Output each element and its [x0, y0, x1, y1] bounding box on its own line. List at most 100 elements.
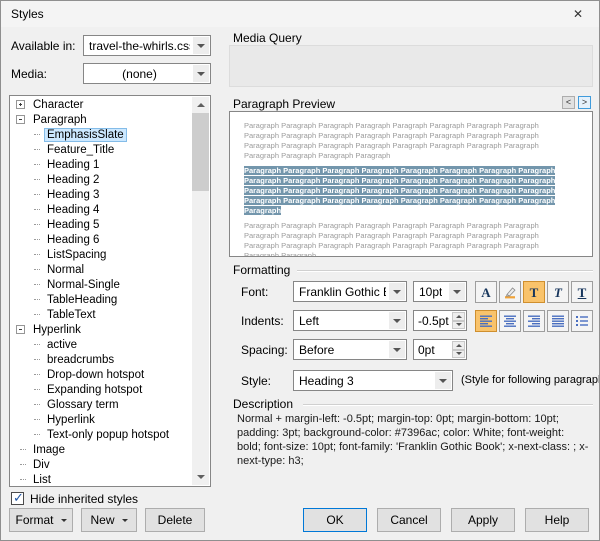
tree-connector	[34, 314, 40, 315]
tree-item-label: Heading 3	[47, 188, 100, 201]
tree-connector	[34, 344, 40, 345]
italic-icon: T	[554, 284, 562, 300]
available-in-select[interactable]: travel-the-whirls.css	[83, 35, 211, 56]
collapse-icon[interactable]	[16, 115, 25, 124]
tree-item[interactable]: Text-only popup hotspot	[12, 427, 191, 442]
tree-item[interactable]: TableText	[12, 307, 191, 322]
paragraph-preview: Paragraph Paragraph Paragraph Paragraph …	[229, 111, 593, 257]
cancel-button[interactable]: Cancel	[377, 508, 441, 532]
indents-select[interactable]: Left	[293, 310, 407, 331]
tree-item[interactable]: Heading 1	[12, 157, 191, 172]
tree-item[interactable]: Heading 3	[12, 187, 191, 202]
chevron-down-icon[interactable]	[389, 283, 405, 300]
tree-item[interactable]: Div	[12, 457, 191, 472]
font-size-select[interactable]: 10pt	[413, 281, 467, 302]
tree-item[interactable]: ListSpacing	[12, 247, 191, 262]
tree-item[interactable]: Character	[12, 97, 191, 112]
bullet-list-button[interactable]	[571, 310, 593, 332]
font-value: Franklin Gothic B	[299, 284, 386, 299]
tree-item[interactable]: TableHeading	[12, 292, 191, 307]
tree-item[interactable]: List	[12, 472, 191, 485]
format-button-label: Format	[15, 513, 54, 527]
ok-button[interactable]: OK	[303, 508, 367, 532]
tree-item[interactable]: Image	[12, 442, 191, 457]
tree-item[interactable]: breadcrumbs	[12, 352, 191, 367]
new-menu-button[interactable]: New	[81, 508, 137, 532]
tree-item[interactable]: Glossary term	[12, 397, 191, 412]
tree-item[interactable]: Paragraph	[12, 112, 191, 127]
align-left-icon	[480, 315, 492, 327]
apply-button[interactable]: Apply	[451, 508, 515, 532]
tree-connector	[34, 299, 40, 300]
scroll-down-icon[interactable]	[192, 469, 209, 485]
font-select[interactable]: Franklin Gothic B	[293, 281, 407, 302]
spacing-select[interactable]: Before	[293, 339, 407, 360]
style-select[interactable]: Heading 3	[293, 370, 453, 391]
chevron-down-icon[interactable]	[449, 283, 465, 300]
available-in-label: Available in:	[11, 39, 76, 53]
tree-item[interactable]: Feature_Title	[12, 142, 191, 157]
hide-inherited-label[interactable]: Hide inherited styles	[30, 492, 138, 506]
tree-item[interactable]: Drop-down hotspot	[12, 367, 191, 382]
bold-button[interactable]: T	[523, 281, 545, 303]
delete-button[interactable]: Delete	[145, 508, 205, 532]
preview-paragraph-selected: Paragraph Paragraph Paragraph Paragraph …	[244, 166, 574, 216]
bullet-list-icon	[576, 316, 588, 326]
tree-item[interactable]: Heading 4	[12, 202, 191, 217]
help-button[interactable]: Help	[525, 508, 589, 532]
align-left-button[interactable]	[475, 310, 497, 332]
spinner-down-icon[interactable]	[452, 349, 465, 358]
align-right-button[interactable]	[523, 310, 545, 332]
tree-item[interactable]: Heading 5	[12, 217, 191, 232]
format-menu-button[interactable]: Format	[9, 508, 73, 532]
chevron-down-icon[interactable]	[435, 372, 451, 389]
tree-connector	[34, 359, 40, 360]
spinner-down-icon[interactable]	[452, 320, 465, 329]
underline-button[interactable]: T	[571, 281, 593, 303]
font-color-icon: A	[481, 284, 491, 300]
chevron-down-icon[interactable]	[193, 65, 209, 82]
expand-icon[interactable]	[16, 100, 25, 109]
spacing-amount-spinner[interactable]: 0pt	[413, 339, 467, 360]
tree-connector	[34, 164, 40, 165]
tree-item-label: Heading 2	[47, 173, 100, 186]
chevron-down-icon[interactable]	[389, 312, 405, 329]
tree-connector	[34, 284, 40, 285]
titlebar: Styles ✕	[1, 1, 599, 27]
tree-item[interactable]: Normal-Single	[12, 277, 191, 292]
preview-next-button[interactable]: >	[578, 96, 591, 109]
preview-paragraph: Paragraph Paragraph Paragraph Paragraph …	[244, 121, 539, 160]
align-center-icon	[504, 315, 516, 327]
tree-item[interactable]: Hyperlink	[12, 412, 191, 427]
indent-amount-spinner[interactable]: -0.5pt	[413, 310, 467, 331]
tree-item[interactable]: Expanding hotspot	[12, 382, 191, 397]
spinner-up-icon[interactable]	[452, 312, 465, 321]
scrollbar-thumb[interactable]	[192, 113, 209, 191]
italic-button[interactable]: T	[547, 281, 569, 303]
media-select[interactable]: (none)	[83, 63, 211, 84]
align-center-button[interactable]	[499, 310, 521, 332]
chevron-down-icon[interactable]	[389, 341, 405, 358]
close-icon[interactable]: ✕	[565, 5, 591, 24]
chevron-down-icon[interactable]	[193, 37, 209, 54]
scroll-up-icon[interactable]	[192, 97, 209, 113]
spinner-up-icon[interactable]	[452, 341, 465, 350]
highlighter-icon	[505, 287, 516, 299]
tree-item[interactable]: EmphasisSlate	[12, 127, 191, 142]
tree-item-label: Glossary term	[47, 398, 119, 411]
tree-item[interactable]: Normal	[12, 262, 191, 277]
collapse-icon[interactable]	[16, 325, 25, 334]
highlight-color-button[interactable]	[499, 281, 521, 303]
preview-prev-button[interactable]: <	[562, 96, 575, 109]
dialog-title: Styles	[11, 7, 44, 21]
tree-scrollbar[interactable]	[192, 97, 209, 485]
hide-inherited-checkbox[interactable]	[11, 490, 24, 506]
tree-item[interactable]: Heading 2	[12, 172, 191, 187]
tree-item[interactable]: active	[12, 337, 191, 352]
tree-connector	[34, 389, 40, 390]
tree-item-label: Character	[33, 98, 84, 111]
justify-button[interactable]	[547, 310, 569, 332]
font-color-button[interactable]: A	[475, 281, 497, 303]
tree-item[interactable]: Heading 6	[12, 232, 191, 247]
tree-item[interactable]: Hyperlink	[12, 322, 191, 337]
